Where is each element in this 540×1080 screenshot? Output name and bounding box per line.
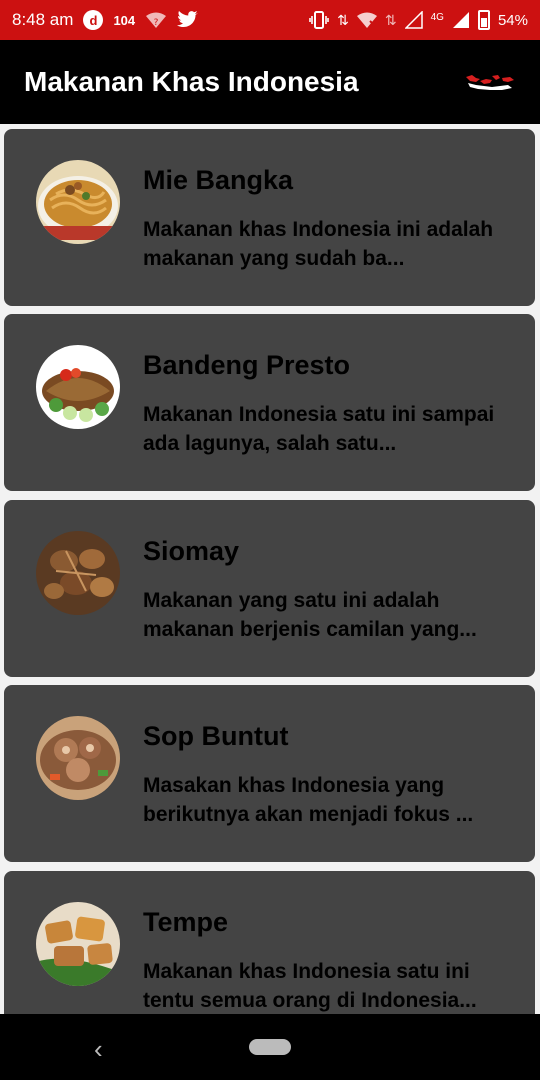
food-image-siomay	[36, 531, 120, 615]
food-image-bandeng-presto	[36, 345, 120, 429]
indonesia-map-logo-icon	[462, 67, 516, 97]
food-description: Masakan khas Indonesia yang berikutnya a…	[143, 774, 474, 826]
food-image-tempe	[36, 902, 120, 986]
signal-empty-icon	[404, 11, 423, 29]
home-pill-button[interactable]	[249, 1039, 291, 1055]
battery-icon	[477, 10, 490, 30]
network-type-label: 4G	[430, 12, 444, 23]
wifi-unknown-icon: ?	[145, 12, 167, 28]
dailyhunt-icon: d	[83, 10, 104, 30]
vibrate-icon	[309, 11, 329, 29]
food-list[interactable]: Mie Bangka Makanan khas Indonesia ini ad…	[0, 124, 540, 1014]
status-bar: 8:48 am d 104 ? ⇅ ⇅ 4G 54%	[0, 0, 540, 40]
app-bar: Makanan Khas Indonesia	[0, 40, 540, 124]
food-card-sop-buntut[interactable]: Sop Buntut Masakan khas Indonesia yang b…	[4, 685, 535, 862]
food-name: Mie Bangka	[143, 165, 294, 195]
back-icon[interactable]: ‹	[94, 1034, 103, 1065]
food-card-tempe[interactable]: Tempe Makanan khas Indonesia satu ini te…	[4, 871, 535, 1014]
navigation-bar: ‹	[0, 1014, 540, 1080]
food-description: Makanan Indonesia satu ini sampai ada la…	[143, 403, 495, 455]
food-name: Sop Buntut	[143, 721, 289, 751]
food-name: Tempe	[143, 907, 229, 937]
food-name: Siomay	[143, 536, 240, 566]
food-name: Bandeng Presto	[143, 350, 351, 380]
app-title: Makanan Khas Indonesia	[24, 66, 359, 97]
signal-full-icon	[452, 11, 470, 29]
svg-text:?: ?	[154, 18, 159, 28]
food-image-sop-buntut	[36, 716, 120, 800]
food-description: Makanan yang satu ini adalah makanan ber…	[143, 589, 477, 641]
food-image-mie-bangka	[36, 160, 120, 244]
twitter-icon	[177, 11, 199, 29]
food-card-bandeng-presto[interactable]: Bandeng Presto Makanan Indonesia satu in…	[4, 314, 535, 491]
food-description: Makanan khas Indonesia ini adalah makana…	[143, 218, 494, 270]
status-time: 8:48 am	[12, 10, 74, 29]
battery-percent: 54%	[497, 11, 528, 29]
food-card-mie-bangka[interactable]: Mie Bangka Makanan khas Indonesia ini ad…	[4, 129, 535, 306]
data-transfer-icon-2: ⇅	[384, 11, 397, 28]
wifi-off-icon	[356, 12, 377, 28]
food-description: Makanan khas Indonesia satu ini tentu se…	[143, 960, 477, 1012]
notification-count: 104	[113, 12, 136, 28]
food-card-siomay[interactable]: Siomay Makanan yang satu ini adalah maka…	[4, 500, 535, 677]
data-transfer-icon: ⇅	[337, 11, 349, 28]
